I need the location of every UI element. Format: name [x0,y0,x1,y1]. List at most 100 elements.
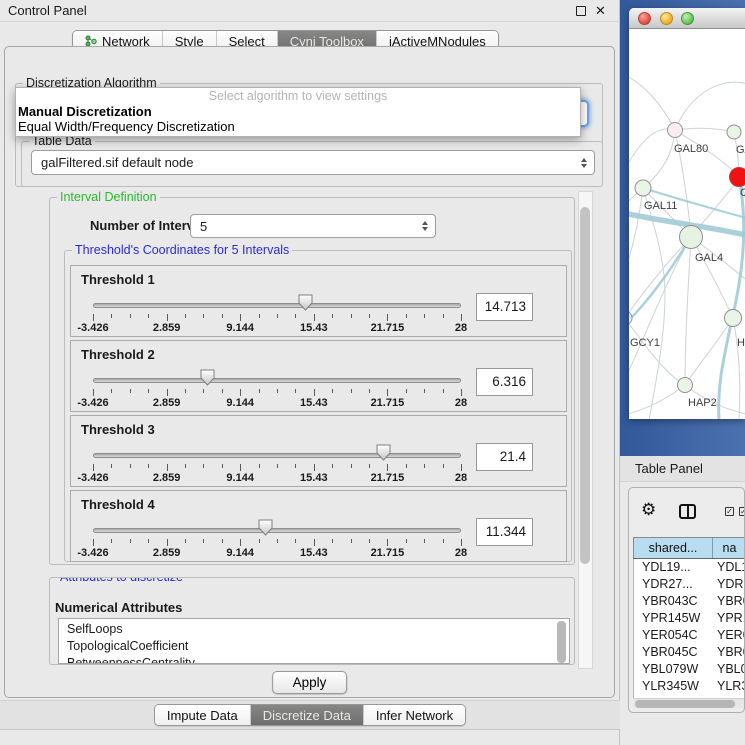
slider-track[interactable] [93,528,461,533]
popup-option-manual-discretization[interactable]: Manual Discretization [18,104,578,119]
scrollbar-thumb[interactable] [580,207,590,564]
tick-mark [111,389,112,393]
table-row[interactable]: YDR27...YDR2 [634,576,745,593]
popup-option-equal-width-frequency-discretization[interactable]: Equal Width/Frequency Discretization [18,119,578,134]
close-icon[interactable]: ✕ [595,2,606,20]
network-window-titlebar[interactable] [629,8,745,29]
close-traffic-light[interactable] [638,12,651,25]
table-cell[interactable]: YBR043C [634,593,713,610]
table-cell[interactable]: YDR27... [634,576,713,593]
scrollbar-thumb[interactable] [635,700,735,708]
slider-thumb[interactable] [298,294,313,311]
threshold-value-field[interactable]: 6.316 [476,368,533,396]
tick-mark [240,389,241,396]
table-data-combo[interactable]: galFiltered.sif default node [31,150,595,175]
network-node-gal11[interactable] [635,180,651,196]
column-header-shared-name[interactable]: shared... [634,538,713,558]
tick-mark [295,389,296,393]
tick-mark [277,314,278,318]
network-node-h[interactable] [725,310,742,327]
node-label: C [740,187,745,199]
tick-mark [443,539,444,543]
table-cell[interactable]: YDL1 [713,559,745,576]
table-cell[interactable]: YDL19... [634,559,713,576]
tick-mark [295,539,296,543]
network-view-window[interactable]: GAL80GACGAL11GAL4GCY1HHAP2 [629,8,745,419]
checkbox-icon[interactable]: ✓ [725,507,734,516]
attribute-item-betweennesscentrality[interactable]: BetweennessCentrality [67,655,569,664]
table-cell[interactable]: YBL079W [634,661,713,678]
slider-track[interactable] [93,453,461,458]
table-cell[interactable]: YBR045C [634,644,713,661]
slider-track[interactable] [93,378,461,383]
tab-discretize-data[interactable]: Discretize Data [250,705,363,725]
attribute-item-selfloops[interactable]: SelfLoops [67,621,569,638]
table-row[interactable]: YDL19...YDL1 [634,559,745,576]
tick-label: 28 [455,397,467,409]
table-cell[interactable]: YLR345W [634,678,713,695]
table-row[interactable]: YLR345WYLR3 [634,678,745,695]
threshold-value-field[interactable]: 11.344 [476,518,533,546]
network-node-c[interactable] [730,168,745,187]
tick-label: 28 [455,547,467,559]
tick-mark [369,539,370,543]
network-node-ga[interactable] [727,125,741,139]
threshold-label: Threshold 4 [81,497,155,512]
table-horizontal-scrollbar[interactable] [633,698,745,708]
slider-thumb[interactable] [376,444,391,461]
tick-mark [406,314,407,318]
network-node-gal80[interactable] [668,123,683,138]
column-split-icon[interactable] [679,504,696,519]
table-row[interactable]: YBR045CYBR0 [634,644,745,661]
attributes-list[interactable]: SelfLoopsTopologicalCoefficientBetweenne… [58,618,570,664]
table-cell[interactable]: YLR3 [713,678,745,695]
table-row[interactable]: YBL079WYBL0 [634,661,745,678]
attribute-item-topologicalcoefficient[interactable]: TopologicalCoefficient [67,638,569,655]
tab-impute-data[interactable]: Impute Data [155,705,250,725]
tick-mark [240,314,241,321]
table-cell[interactable]: YER054C [634,627,713,644]
table-row[interactable]: YPR145WYPR1 [634,610,745,627]
network-node-hap2[interactable] [678,378,693,393]
settings-vertical-scrollbar[interactable] [578,191,593,669]
slider-thumb[interactable] [258,519,273,536]
number-of-intervals-combo[interactable]: 5 [190,214,436,238]
threshold-value-field[interactable]: 14.713 [476,293,533,321]
tab-infer-network[interactable]: Infer Network [363,705,465,725]
table-cell[interactable]: YPR1 [713,610,745,627]
right-column: GAL80GACGAL11GAL4GCY1HHAP2 Table Panel ⚙… [620,0,745,745]
table-cell[interactable]: YBL0 [713,661,745,678]
table-cell[interactable]: YER0 [713,627,745,644]
table-cell[interactable]: YPR145W [634,610,713,627]
table-panel-header: Table Panel [620,456,745,482]
table-cell[interactable]: YBR0 [713,644,745,661]
network-edge [629,75,675,130]
slider-thumb[interactable] [200,369,215,386]
column-header-name[interactable]: na [713,538,745,558]
minimize-traffic-light[interactable] [660,12,673,25]
tick-mark [295,314,296,318]
tab-label: Discretize Data [263,708,351,723]
gear-icon[interactable]: ⚙ [641,501,656,518]
table-row[interactable]: YER054CYER0 [634,627,745,644]
network-node-gcy1[interactable] [629,311,632,325]
network-canvas[interactable]: GAL80GACGAL11GAL4GCY1HHAP2 [629,29,745,419]
threshold-value-field[interactable]: 21.4 [476,443,533,471]
table-row[interactable]: YBR043CYBR0 [634,593,745,610]
tick-mark [185,464,186,468]
float-window-icon[interactable] [576,6,586,16]
apply-button[interactable]: Apply [272,671,348,694]
slider-track[interactable] [93,303,461,308]
tick-mark [167,464,168,471]
tick-mark [443,314,444,318]
checkbox-icon[interactable]: ✓ [739,507,745,516]
table-cell[interactable]: YBR0 [713,593,745,610]
zoom-traffic-light[interactable] [681,12,694,25]
stepper-arrows-icon [581,158,587,168]
node-label: GCY1 [630,337,660,349]
table-cell[interactable]: YDR2 [713,576,745,593]
tick-mark [314,314,315,321]
scrollbar-thumb[interactable] [557,621,566,663]
tick-mark [332,539,333,543]
network-node-gal4[interactable] [680,226,703,249]
